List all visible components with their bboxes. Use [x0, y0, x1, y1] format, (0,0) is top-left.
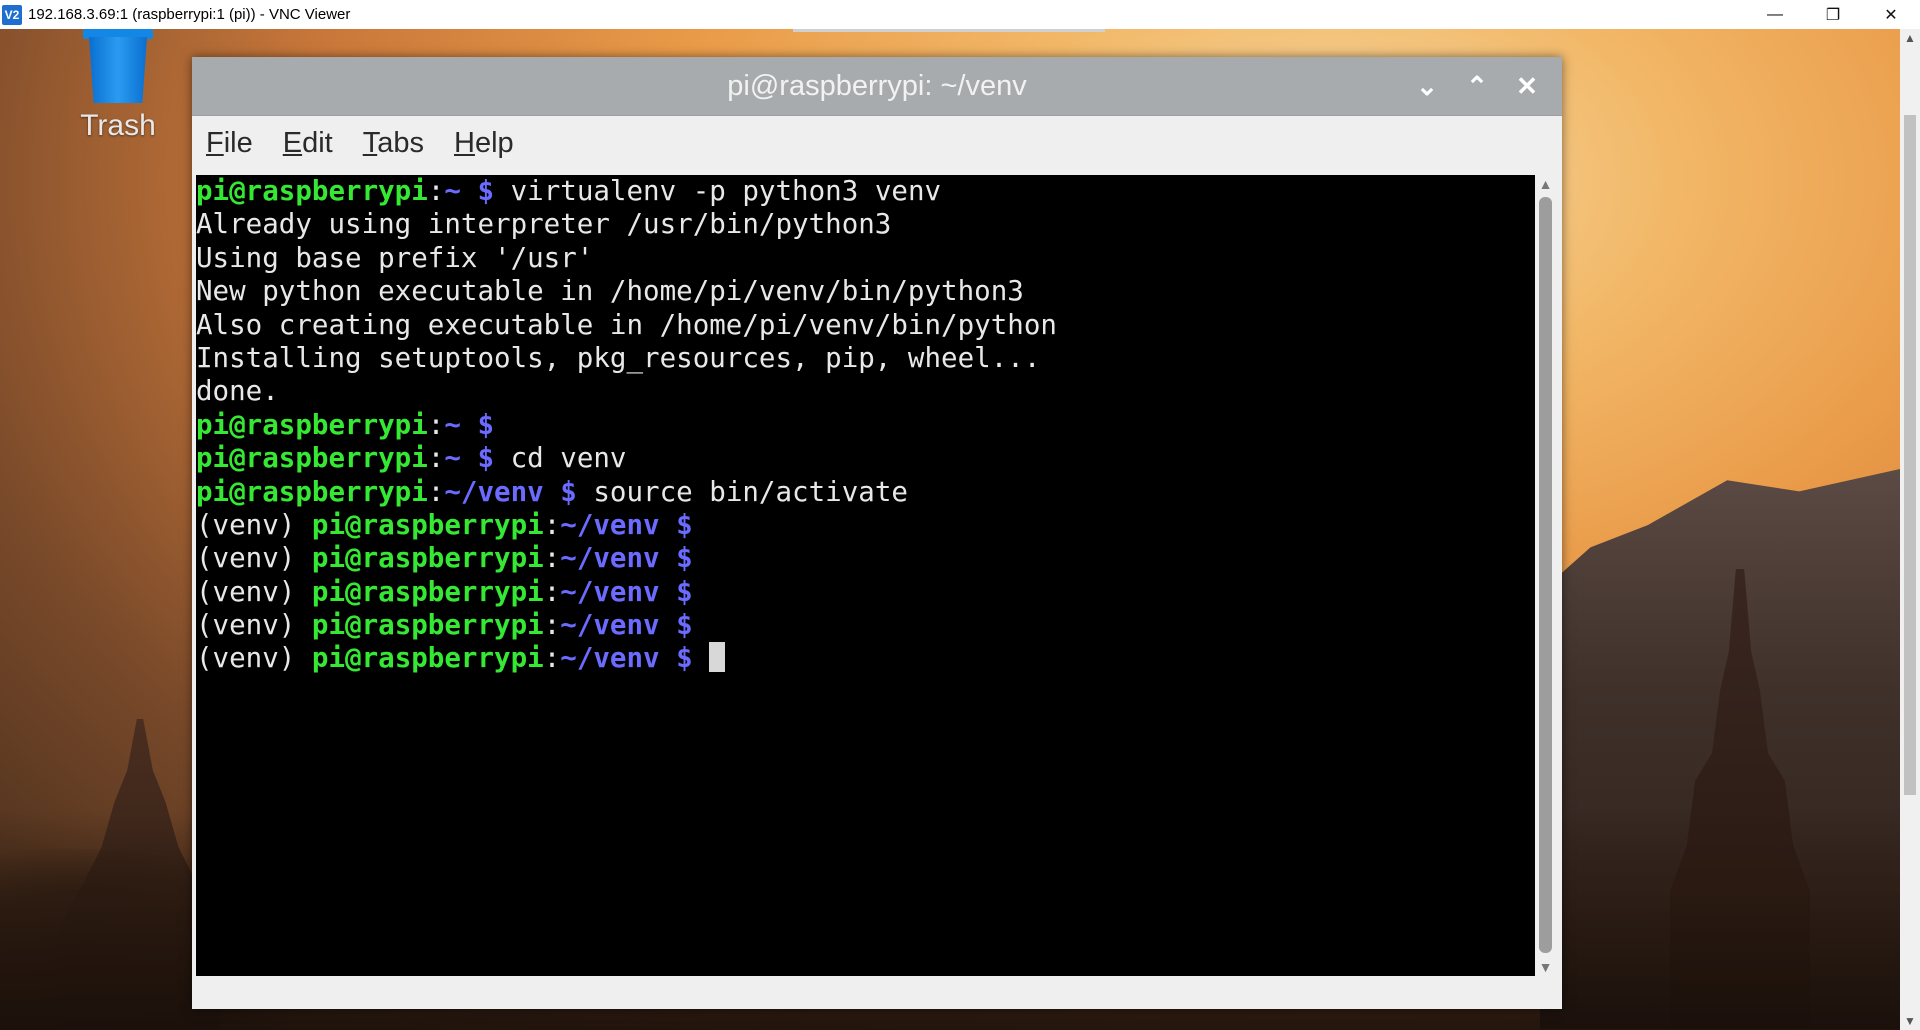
- terminal-titlebar[interactable]: pi@raspberrypi: ~/venv ⌄ ⌃ ✕: [192, 57, 1562, 116]
- menu-file-mnemonic: F: [206, 126, 224, 159]
- menu-file-label: ile: [223, 126, 253, 159]
- command-text: cd venv: [494, 442, 627, 475]
- prompt-user: pi@raspberrypi: [311, 508, 544, 541]
- prompt-user: pi@raspberrypi: [311, 575, 544, 608]
- vnc-window-controls: — ❐ ✕: [1746, 0, 1920, 29]
- venv-prefix: (venv): [196, 508, 312, 541]
- terminal-line: done.: [196, 375, 279, 408]
- menu-tabs-label: abs: [377, 126, 424, 159]
- terminal-line: pi@raspberrypi:~ $ cd venv: [196, 442, 1537, 475]
- text-cursor: [709, 642, 726, 673]
- vnc-close-button[interactable]: ✕: [1862, 0, 1920, 29]
- command-text: virtualenv -p python3 venv: [494, 175, 942, 207]
- prompt-path: ~/venv $: [560, 642, 693, 675]
- terminal-line: pi@raspberrypi:~ $ virtualenv -p python3…: [196, 175, 1537, 208]
- prompt-user: pi@raspberrypi: [311, 609, 544, 642]
- terminal-close-button[interactable]: ✕: [1504, 63, 1550, 109]
- scroll-up-arrow-icon[interactable]: ▲: [1538, 177, 1553, 191]
- vnc-restore-button[interactable]: ❐: [1804, 0, 1862, 29]
- prompt-path: ~/venv $: [560, 609, 693, 642]
- prompt-separator: :: [543, 508, 561, 541]
- venv-prefix: (venv): [196, 642, 312, 675]
- vnc-app-icon: V2: [2, 4, 22, 25]
- menu-edit-mnemonic: E: [282, 126, 303, 159]
- menu-help-mnemonic: H: [453, 126, 475, 159]
- terminal-line: (venv) pi@raspberrypi:~/venv $: [196, 576, 1537, 609]
- vnc-toolbar-handle[interactable]: [793, 29, 1105, 32]
- terminal-line: Using base prefix '/usr': [196, 241, 594, 274]
- vnc-scroll-down-icon[interactable]: ▼: [1904, 1015, 1916, 1027]
- prompt-user: pi@raspberrypi: [196, 408, 428, 441]
- prompt-path: ~/venv $: [444, 475, 577, 508]
- remote-desktop: Trash pi@raspberrypi: ~/venv ⌄ ⌃ ✕ File …: [0, 29, 1900, 1030]
- prompt-separator: :: [427, 475, 445, 508]
- terminal-scrollbar[interactable]: ▲ ▼: [1535, 175, 1556, 976]
- prompt-user: pi@raspberrypi: [196, 442, 428, 475]
- prompt-separator: :: [427, 408, 445, 441]
- vnc-scroll-thumb[interactable]: [1904, 115, 1916, 795]
- venv-prefix: (venv): [196, 575, 312, 608]
- terminal-line: pi@raspberrypi:~/venv $ source bin/activ…: [196, 476, 1537, 509]
- terminal-line: (venv) pi@raspberrypi:~/venv $: [196, 642, 1537, 675]
- prompt-path: ~/venv $: [560, 508, 693, 541]
- terminal-line: pi@raspberrypi:~ $: [196, 409, 1537, 442]
- terminal-line: Already using interpreter /usr/bin/pytho…: [196, 208, 892, 241]
- prompt-path: ~/venv $: [560, 542, 693, 575]
- vnc-scroll-up-icon[interactable]: ▲: [1904, 32, 1916, 44]
- terminal-minimize-button[interactable]: ⌄: [1404, 63, 1450, 109]
- terminal-menubar: File Edit Tabs Help: [192, 116, 1562, 170]
- terminal-maximize-button[interactable]: ⌃: [1454, 63, 1500, 109]
- scroll-down-arrow-icon[interactable]: ▼: [1538, 960, 1553, 974]
- terminal-title: pi@raspberrypi: ~/venv: [727, 69, 1027, 102]
- terminal-window-controls: ⌄ ⌃ ✕: [1404, 57, 1550, 115]
- menu-file[interactable]: File: [206, 127, 253, 160]
- prompt-separator: :: [427, 175, 445, 207]
- vnc-titlebar: V2 192.168.3.69:1 (raspberrypi:1 (pi)) -…: [0, 0, 1920, 29]
- terminal-lines: pi@raspberrypi:~ $ virtualenv -p python3…: [196, 175, 1537, 676]
- terminal-line: (venv) pi@raspberrypi:~/venv $: [196, 609, 1537, 642]
- prompt-separator: :: [543, 542, 561, 575]
- prompt-user: pi@raspberrypi: [311, 642, 544, 675]
- prompt-path: ~ $: [444, 175, 495, 207]
- vnc-scrollbar[interactable]: ▲ ▼: [1900, 29, 1920, 1030]
- prompt-user: pi@raspberrypi: [311, 542, 544, 575]
- menu-help-label: elp: [474, 126, 514, 159]
- terminal-line: Also creating executable in /home/pi/ven…: [196, 308, 1057, 341]
- prompt-user: pi@raspberrypi: [196, 175, 428, 207]
- venv-prefix: (venv): [196, 609, 312, 642]
- terminal-line: (venv) pi@raspberrypi:~/venv $: [196, 509, 1537, 542]
- terminal-line: New python executable in /home/pi/venv/b…: [196, 275, 1024, 308]
- prompt-user: pi@raspberrypi: [196, 475, 428, 508]
- menu-edit[interactable]: Edit: [283, 127, 333, 160]
- terminal-output[interactable]: pi@raspberrypi:~ $ virtualenv -p python3…: [196, 175, 1537, 976]
- prompt-path: ~ $: [444, 408, 495, 441]
- prompt-separator: :: [543, 642, 561, 675]
- prompt-separator: :: [543, 575, 561, 608]
- menu-help[interactable]: Help: [454, 127, 514, 160]
- prompt-path: ~/venv $: [560, 575, 693, 608]
- trash-desktop-icon[interactable]: Trash: [64, 29, 172, 143]
- venv-prefix: (venv): [196, 542, 312, 575]
- terminal-line: Installing setuptools, pkg_resources, pi…: [196, 341, 1041, 374]
- prompt-separator: :: [543, 609, 561, 642]
- vnc-window-title: 192.168.3.69:1 (raspberrypi:1 (pi)) - VN…: [28, 6, 351, 23]
- menu-tabs[interactable]: Tabs: [363, 127, 424, 160]
- terminal-window: pi@raspberrypi: ~/venv ⌄ ⌃ ✕ File Edit T…: [192, 57, 1562, 1009]
- vnc-minimize-button[interactable]: —: [1746, 0, 1804, 29]
- menu-edit-label: dit: [302, 126, 333, 159]
- prompt-separator: :: [427, 442, 445, 475]
- terminal-line: (venv) pi@raspberrypi:~/venv $: [196, 542, 1537, 575]
- terminal-scroll-thumb[interactable]: [1539, 197, 1552, 953]
- menu-tabs-mnemonic: T: [362, 126, 378, 159]
- trash-icon: [81, 29, 155, 103]
- command-text: source bin/activate: [576, 475, 908, 508]
- prompt-path: ~ $: [444, 442, 495, 475]
- trash-label: Trash: [80, 109, 156, 142]
